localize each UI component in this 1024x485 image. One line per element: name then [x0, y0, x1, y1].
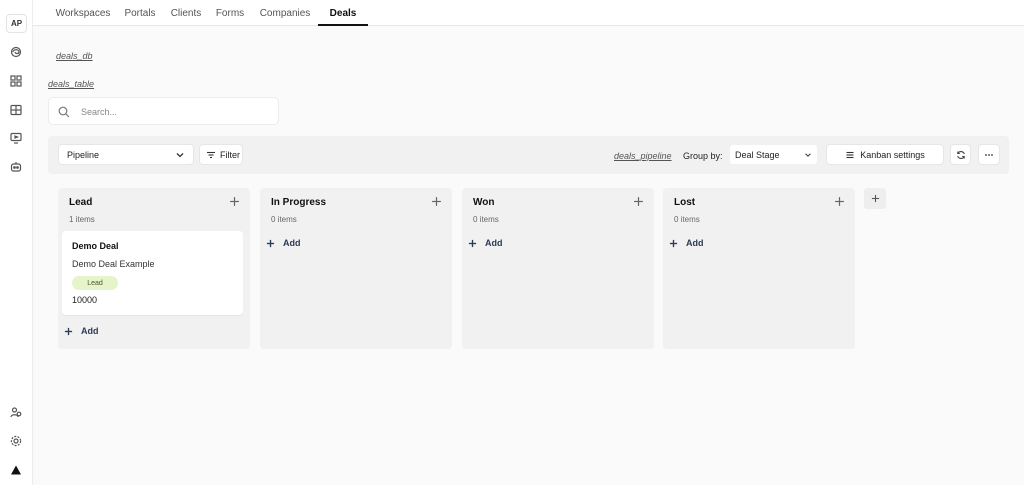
add-column-button[interactable]: [864, 188, 886, 209]
table-icon[interactable]: [9, 103, 23, 117]
tab-clients[interactable]: Clients: [168, 0, 204, 26]
settings-icon[interactable]: [9, 434, 23, 448]
add-card-icon[interactable]: [633, 196, 644, 207]
table-link[interactable]: deals_table: [48, 79, 94, 89]
column-count: 1 items: [69, 215, 95, 224]
view-select[interactable]: Pipeline: [58, 144, 194, 165]
column-lost: Lost 0 items Add: [663, 188, 855, 349]
column-title: Won: [473, 197, 495, 208]
filter-button[interactable]: Filter: [199, 144, 243, 165]
card-title: Demo Deal: [72, 241, 119, 251]
add-card-button[interactable]: Add: [669, 238, 704, 248]
avatar[interactable]: AP: [6, 14, 27, 33]
plus-icon: [266, 239, 275, 247]
group-by-select[interactable]: Deal Stage: [729, 144, 818, 165]
plus-icon: [669, 239, 678, 247]
database-link[interactable]: deals_db: [56, 51, 93, 61]
column-won: Won 0 items Add: [462, 188, 654, 349]
add-label: Add: [283, 238, 301, 248]
search-box: [48, 97, 279, 125]
tab-forms[interactable]: Forms: [215, 0, 245, 26]
add-card-icon[interactable]: [431, 196, 442, 207]
add-card-icon[interactable]: [834, 196, 845, 207]
search-icon: [58, 106, 70, 118]
kanban-settings-button[interactable]: Kanban settings: [826, 144, 944, 165]
add-card-icon[interactable]: [229, 196, 240, 207]
add-label: Add: [686, 238, 704, 248]
monitor-icon[interactable]: [9, 131, 23, 145]
add-label: Add: [81, 326, 99, 336]
deal-card[interactable]: Demo Deal Demo Deal Example Lead 10000: [62, 231, 243, 315]
tab-portals[interactable]: Portals: [121, 0, 159, 26]
menu-icon: [846, 151, 854, 158]
plus-icon: [871, 194, 879, 203]
spiral-icon[interactable]: [9, 45, 23, 59]
tab-deals[interactable]: Deals: [318, 0, 368, 26]
more-button[interactable]: [978, 144, 1000, 165]
add-card-button[interactable]: Add: [468, 238, 503, 248]
column-title: Lost: [674, 197, 696, 208]
column-in-progress: In Progress 0 items Add: [260, 188, 452, 349]
chevron-down-icon: [805, 153, 811, 157]
tab-workspaces[interactable]: Workspaces: [53, 0, 113, 26]
group-by-label: Group by:: [683, 151, 723, 161]
refresh-icon: [956, 150, 965, 159]
pipeline-link[interactable]: deals_pipeline: [614, 151, 672, 161]
grid-icon[interactable]: [9, 74, 23, 88]
top-tabs: Workspaces Portals Clients Forms Compani…: [33, 0, 1024, 26]
tab-companies[interactable]: Companies: [259, 0, 311, 26]
group-by-value: Deal Stage: [735, 149, 780, 160]
column-count: 0 items: [473, 215, 499, 224]
search-input[interactable]: [81, 104, 261, 119]
more-icon: [985, 153, 993, 156]
column-title: Lead: [69, 197, 93, 208]
users-icon[interactable]: [9, 405, 23, 419]
card-value: 10000: [72, 295, 98, 305]
filter-icon: [207, 151, 215, 158]
chevron-down-icon: [176, 153, 184, 158]
column-title: In Progress: [271, 197, 327, 208]
column-count: 0 items: [674, 215, 700, 224]
column-count: 0 items: [271, 215, 297, 224]
view-select-value: Pipeline: [67, 149, 100, 160]
plus-icon: [468, 239, 477, 247]
add-card-button[interactable]: Add: [64, 326, 99, 336]
column-lead: Lead 1 items Demo Deal Demo Deal Example…: [58, 188, 250, 349]
plus-icon: [64, 327, 73, 335]
board-toolbar: Pipeline Filter deals_pipeline Group by:…: [48, 136, 1009, 174]
bot-icon[interactable]: [9, 160, 23, 174]
add-card-button[interactable]: Add: [266, 238, 301, 248]
logo-icon: [9, 463, 23, 477]
filter-label: Filter: [220, 149, 240, 160]
card-subtitle: Demo Deal Example: [72, 259, 155, 269]
left-rail: AP: [0, 0, 33, 485]
stage-badge: Lead: [72, 276, 118, 290]
refresh-button[interactable]: [950, 144, 971, 165]
add-label: Add: [485, 238, 503, 248]
kanban-settings-label: Kanban settings: [860, 149, 925, 160]
